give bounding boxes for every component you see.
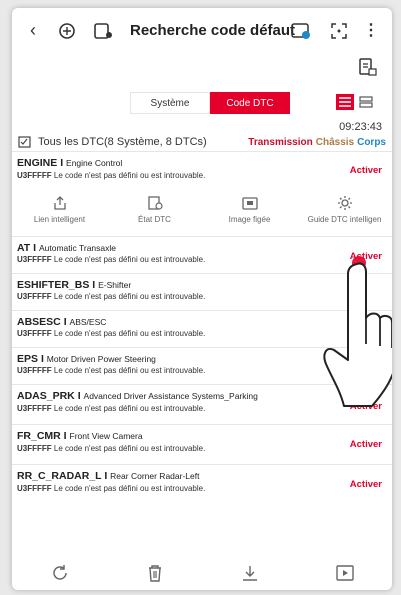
page-title: Recherche code défaut bbox=[130, 22, 296, 39]
dtc-system: FR_CMR bbox=[17, 430, 61, 442]
more-options-icon[interactable]: ⋮ bbox=[363, 20, 379, 42]
activate-button[interactable]: Activer bbox=[350, 165, 382, 176]
select-all-icon[interactable] bbox=[18, 136, 32, 148]
dtc-system: ADAS_PRK bbox=[17, 390, 75, 402]
filter-chassis[interactable]: Châssis bbox=[316, 137, 354, 148]
dtc-system: RR_C_RADAR_L bbox=[17, 470, 102, 482]
back-arrow-icon[interactable]: ‹ bbox=[24, 20, 42, 40]
dtc-item-engine[interactable]: ENGINE I Engine Control U3FFFFF Le code … bbox=[12, 155, 392, 193]
list-view-icon[interactable] bbox=[336, 94, 354, 110]
bottom-toolbar bbox=[12, 556, 392, 590]
activate-button[interactable]: Activer bbox=[350, 439, 382, 450]
smart-dtc-guide-button[interactable]: Guide DTC intelligen bbox=[297, 192, 392, 234]
dtc-message: Le code n'est pas défini ou est introuva… bbox=[53, 484, 206, 493]
dtc-description: ABS/ESC bbox=[69, 317, 107, 327]
tab-dtc-code[interactable]: Code DTC bbox=[210, 92, 290, 114]
view-toggle bbox=[336, 94, 375, 110]
share-icon bbox=[51, 194, 69, 212]
dtc-description: Motor Driven Power Steering bbox=[46, 354, 156, 364]
phone-screen: ‹ Recherche code défaut ⋮ Système Code D… bbox=[12, 8, 392, 590]
summary-text: Tous les DTC(8 Système, 8 DTCs) bbox=[38, 136, 207, 148]
dtc-message: Le code n'est pas défini ou est introuva… bbox=[53, 444, 206, 453]
dtc-system: ENGINE bbox=[17, 157, 58, 169]
refresh-icon[interactable] bbox=[49, 562, 71, 584]
category-filters: Transmission Châssis Corps bbox=[248, 137, 386, 148]
top-bar: ‹ Recherche code défaut ⋮ bbox=[12, 8, 392, 52]
dtc-code: U3FFFFF bbox=[17, 255, 52, 264]
dtc-system: AT bbox=[17, 242, 31, 254]
dtc-code: U3FFFFF bbox=[17, 484, 52, 493]
dtc-summary[interactable]: Tous les DTC(8 Système, 8 DTCs) bbox=[18, 136, 207, 148]
dtc-separator: I bbox=[104, 470, 108, 482]
dtc-description: Front View Camera bbox=[69, 431, 143, 441]
action-label: Lien intelligent bbox=[33, 215, 86, 224]
dtc-description: Rear Corner Radar-Left bbox=[110, 471, 200, 481]
tab-bar: Système Code DTC bbox=[130, 92, 290, 114]
dtc-separator: I bbox=[92, 279, 96, 291]
filter-transmission[interactable]: Transmission bbox=[248, 137, 312, 148]
dtc-code: U3FFFFF bbox=[17, 292, 52, 301]
play-icon[interactable] bbox=[334, 562, 356, 584]
dtc-action-row: Lien intelligent État DTC Image figée Gu… bbox=[12, 192, 392, 234]
dtc-message: Le code n'est pas défini ou est introuva… bbox=[53, 366, 206, 375]
download-icon[interactable] bbox=[239, 562, 261, 584]
filter-body[interactable]: Corps bbox=[357, 137, 386, 148]
freeze-frame-icon bbox=[241, 194, 259, 212]
dtc-separator: I bbox=[63, 316, 67, 328]
dtc-separator: I bbox=[77, 390, 81, 402]
fullscreen-icon[interactable] bbox=[328, 20, 350, 42]
dtc-separator: I bbox=[40, 353, 44, 365]
tab-system[interactable]: Système bbox=[130, 92, 210, 114]
freeze-frame-button[interactable]: Image figée bbox=[202, 192, 297, 234]
report-icon[interactable] bbox=[356, 56, 378, 78]
dtc-status-button[interactable]: État DTC bbox=[107, 192, 202, 234]
dtc-item-rr-c-radar-l[interactable]: RR_C_RADAR_L I Rear Corner Radar-Left U3… bbox=[12, 468, 392, 506]
dtc-separator: I bbox=[63, 430, 67, 442]
timestamp: 09:23:43 bbox=[339, 121, 382, 133]
dtc-system: EPS bbox=[17, 353, 39, 365]
compact-view-icon[interactable] bbox=[357, 94, 375, 110]
divider bbox=[12, 151, 392, 152]
hand-pointer-icon bbox=[323, 262, 392, 407]
dtc-system: ABSESC bbox=[17, 316, 61, 328]
cloud-dtc-icon[interactable] bbox=[290, 20, 312, 42]
dtc-code: U3FFFFF bbox=[17, 171, 52, 180]
smart-link-button[interactable]: Lien intelligent bbox=[12, 192, 107, 234]
vehicle-diagnostic-icon[interactable] bbox=[56, 20, 78, 42]
dtc-code: U3FFFFF bbox=[17, 444, 52, 453]
dtc-message: Le code n'est pas défini ou est introuva… bbox=[53, 404, 206, 413]
dtc-separator: I bbox=[33, 242, 37, 254]
dtc-separator: I bbox=[60, 157, 64, 169]
dtc-description: E-Shifter bbox=[98, 280, 132, 290]
gear-icon bbox=[336, 194, 354, 212]
trash-icon[interactable] bbox=[144, 562, 166, 584]
dtc-item-fr-cmr[interactable]: FR_CMR I Front View Camera U3FFFFF Le co… bbox=[12, 428, 392, 466]
dtc-code: U3FFFFF bbox=[17, 366, 52, 375]
action-label: État DTC bbox=[138, 215, 171, 224]
dtc-code: U3FFFFF bbox=[17, 404, 52, 413]
activate-button[interactable]: Activer bbox=[350, 479, 382, 490]
dtc-message: Le code n'est pas défini ou est introuva… bbox=[53, 171, 206, 180]
dtc-message: Le code n'est pas défini ou est introuva… bbox=[53, 329, 206, 338]
divider bbox=[12, 236, 392, 237]
action-label: Guide DTC intelligen bbox=[307, 215, 382, 224]
dtc-description: Automatic Transaxle bbox=[38, 243, 116, 253]
device-connection-icon[interactable] bbox=[92, 20, 114, 42]
dtc-description: Advanced Driver Assistance Systems_Parki… bbox=[83, 391, 258, 401]
dtc-description: Engine Control bbox=[66, 158, 123, 168]
dtc-code: U3FFFFF bbox=[17, 329, 52, 338]
dtc-message: Le code n'est pas défini ou est introuva… bbox=[53, 255, 206, 264]
dtc-status-icon bbox=[146, 194, 164, 212]
action-label: Image figée bbox=[228, 215, 271, 224]
divider bbox=[12, 424, 392, 425]
dtc-system: ESHIFTER_BS bbox=[17, 279, 90, 291]
dtc-message: Le code n'est pas défini ou est introuva… bbox=[53, 292, 206, 301]
divider bbox=[12, 464, 392, 465]
